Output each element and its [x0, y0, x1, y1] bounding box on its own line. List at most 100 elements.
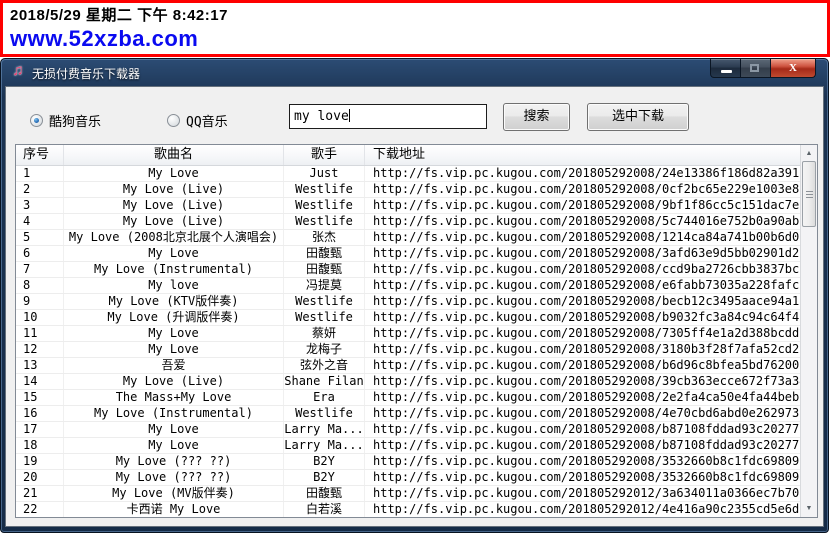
- app-window: ♫ 无损付费音乐下载器 X 酷狗音乐 QQ音乐 my love 搜索: [0, 58, 829, 533]
- vertical-scrollbar[interactable]: ▲ ▼: [800, 145, 817, 517]
- minimize-button[interactable]: [710, 59, 741, 78]
- table-row[interactable]: 4My Love (Live)Westlifehttp://fs.vip.pc.…: [16, 214, 800, 230]
- cell-song-name: My Love (升调版伴奏): [64, 310, 284, 325]
- cell-download-url: http://fs.vip.pc.kugou.com/201805292008/…: [365, 294, 800, 309]
- header-artist[interactable]: 歌手: [284, 145, 365, 165]
- title-bar[interactable]: ♫ 无损付费音乐下载器 X: [1, 59, 828, 85]
- cell-download-url: http://fs.vip.pc.kugou.com/201805292008/…: [365, 326, 800, 341]
- radio-qq-label: QQ音乐: [186, 111, 228, 130]
- results-table: 序号 歌曲名 歌手 下载地址 1My LoveJusthttp://fs.vip…: [15, 144, 818, 518]
- table-row[interactable]: 17My LoveLarry Ma...http://fs.vip.pc.kug…: [16, 422, 800, 438]
- cell-song-name: My Love: [64, 342, 284, 357]
- table-row[interactable]: 7My Love (Instrumental)田馥甄http://fs.vip.…: [16, 262, 800, 278]
- cell-index: 16: [16, 406, 64, 421]
- cell-download-url: http://fs.vip.pc.kugou.com/201805292008/…: [365, 406, 800, 421]
- cell-artist: 田馥甄: [284, 246, 365, 261]
- cell-index: 17: [16, 422, 64, 437]
- scrollbar-thumb[interactable]: [802, 161, 816, 227]
- cell-index: 11: [16, 326, 64, 341]
- maximize-icon: [750, 64, 759, 72]
- table-row[interactable]: 19My Love (??? ??)B2Yhttp://fs.vip.pc.ku…: [16, 454, 800, 470]
- scroll-up-icon[interactable]: ▲: [801, 145, 817, 162]
- radio-unselected-icon: [167, 114, 180, 127]
- table-row[interactable]: 20My Love (??? ??)B2Yhttp://fs.vip.pc.ku…: [16, 470, 800, 486]
- cell-artist: Westlife: [284, 310, 365, 325]
- cell-download-url: http://fs.vip.pc.kugou.com/201805292012/…: [365, 486, 800, 501]
- cell-artist: Westlife: [284, 198, 365, 213]
- cell-index: 5: [16, 230, 64, 245]
- search-input[interactable]: my love: [289, 104, 487, 129]
- table-row[interactable]: 3My Love (Live)Westlifehttp://fs.vip.pc.…: [16, 198, 800, 214]
- cell-index: 4: [16, 214, 64, 229]
- table-row[interactable]: 6My Love田馥甄http://fs.vip.pc.kugou.com/20…: [16, 246, 800, 262]
- cell-download-url: http://fs.vip.pc.kugou.com/201805292008/…: [365, 262, 800, 277]
- cell-artist: Westlife: [284, 406, 365, 421]
- cell-index: 12: [16, 342, 64, 357]
- info-banner: 2018/5/29 星期二 下午 8:42:17 www.52xzba.com: [0, 0, 830, 57]
- table-row[interactable]: 10My Love (升调版伴奏)Westlifehttp://fs.vip.p…: [16, 310, 800, 326]
- cell-artist: 冯提莫: [284, 278, 365, 293]
- cell-song-name: My Love (Instrumental): [64, 406, 284, 421]
- cell-song-name: My Love: [64, 166, 284, 181]
- window-controls: X: [710, 59, 816, 79]
- screen: 2018/5/29 星期二 下午 8:42:17 www.52xzba.com …: [0, 0, 830, 534]
- radio-kugou-music[interactable]: 酷狗音乐: [30, 111, 101, 130]
- table-row[interactable]: 9My Love (KTV版伴奏)Westlifehttp://fs.vip.p…: [16, 294, 800, 310]
- maximize-button[interactable]: [741, 59, 770, 78]
- table-row[interactable]: 16My Love (Instrumental)Westlifehttp://f…: [16, 406, 800, 422]
- table-row[interactable]: 12My Love龙梅子http://fs.vip.pc.kugou.com/2…: [16, 342, 800, 358]
- table-row[interactable]: 18My LoveLarry Ma...http://fs.vip.pc.kug…: [16, 438, 800, 454]
- scrollbar-grip-icon: [806, 191, 813, 199]
- table-row[interactable]: 11My Love蔡妍http://fs.vip.pc.kugou.com/20…: [16, 326, 800, 342]
- cell-artist: Westlife: [284, 214, 365, 229]
- close-button[interactable]: X: [770, 59, 816, 78]
- table-row[interactable]: 22卡西诺 My Love白若溪http://fs.vip.pc.kugou.c…: [16, 502, 800, 517]
- cell-artist: Shane Filan: [284, 374, 365, 389]
- cell-artist: Westlife: [284, 182, 365, 197]
- cell-download-url: http://fs.vip.pc.kugou.com/201805292008/…: [365, 278, 800, 293]
- cell-song-name: My Love: [64, 422, 284, 437]
- banner-datetime: 2018/5/29 星期二 下午 8:42:17: [10, 6, 821, 26]
- table-row[interactable]: 5My Love (2008北京北展个人演唱会)张杰http://fs.vip.…: [16, 230, 800, 246]
- cell-song-name: My Love: [64, 326, 284, 341]
- table-row[interactable]: 2My Love (Live)Westlifehttp://fs.vip.pc.…: [16, 182, 800, 198]
- cell-download-url: http://fs.vip.pc.kugou.com/201805292008/…: [365, 454, 800, 469]
- cell-artist: B2Y: [284, 470, 365, 485]
- cell-song-name: My Love (??? ??): [64, 470, 284, 485]
- cell-artist: 蔡妍: [284, 326, 365, 341]
- cell-song-name: My Love (MV版伴奏): [64, 486, 284, 501]
- scroll-down-icon[interactable]: ▼: [801, 500, 817, 517]
- radio-selected-icon: [30, 114, 43, 127]
- table-row[interactable]: 8My love冯提莫http://fs.vip.pc.kugou.com/20…: [16, 278, 800, 294]
- window-content: 酷狗音乐 QQ音乐 my love 搜索 选中下载 序号 歌曲名 歌手 下载地址…: [5, 86, 824, 527]
- cell-index: 15: [16, 390, 64, 405]
- header-song[interactable]: 歌曲名: [64, 145, 284, 165]
- cell-download-url: http://fs.vip.pc.kugou.com/201805292008/…: [365, 422, 800, 437]
- cell-download-url: http://fs.vip.pc.kugou.com/201805292008/…: [365, 374, 800, 389]
- table-row[interactable]: 1My LoveJusthttp://fs.vip.pc.kugou.com/2…: [16, 166, 800, 182]
- table-row[interactable]: 15The Mass+My LoveErahttp://fs.vip.pc.ku…: [16, 390, 800, 406]
- radio-kugou-label: 酷狗音乐: [49, 111, 101, 130]
- cell-song-name: 卡西诺 My Love: [64, 502, 284, 517]
- download-selected-button[interactable]: 选中下载: [587, 103, 689, 131]
- cell-song-name: My Love: [64, 246, 284, 261]
- cell-artist: 田馥甄: [284, 262, 365, 277]
- table-row[interactable]: 14My Love (Live)Shane Filanhttp://fs.vip…: [16, 374, 800, 390]
- cell-index: 21: [16, 486, 64, 501]
- search-input-value: my love: [294, 109, 349, 124]
- cell-download-url: http://fs.vip.pc.kugou.com/201805292008/…: [365, 198, 800, 213]
- table-row[interactable]: 13吾爱弦外之音http://fs.vip.pc.kugou.com/20180…: [16, 358, 800, 374]
- search-button[interactable]: 搜索: [503, 103, 570, 131]
- radio-qq-music[interactable]: QQ音乐: [167, 111, 228, 130]
- cell-song-name: My love: [64, 278, 284, 293]
- cell-artist: 白若溪: [284, 502, 365, 517]
- cell-index: 22: [16, 502, 64, 517]
- header-url[interactable]: 下载地址: [365, 145, 800, 165]
- table-row[interactable]: 21My Love (MV版伴奏)田馥甄http://fs.vip.pc.kug…: [16, 486, 800, 502]
- cell-index: 3: [16, 198, 64, 213]
- cell-download-url: http://fs.vip.pc.kugou.com/201805292008/…: [365, 438, 800, 453]
- header-index[interactable]: 序号: [16, 145, 64, 165]
- cell-song-name: My Love: [64, 438, 284, 453]
- cell-index: 8: [16, 278, 64, 293]
- cell-index: 20: [16, 470, 64, 485]
